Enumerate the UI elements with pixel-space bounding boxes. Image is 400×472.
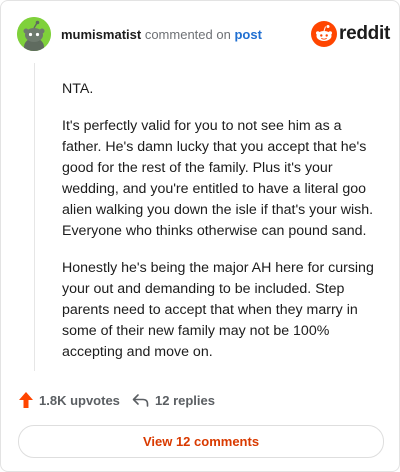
comment-body: NTA. It's perfectly valid for you to not… [62,79,380,379]
upvote-arrow-icon [19,392,33,408]
replies-button[interactable]: 12 replies [132,389,215,411]
reddit-logo[interactable]: reddit [311,21,390,47]
username-link[interactable]: mumismatist [61,27,141,42]
reply-arrow-icon [132,394,149,407]
comment-footer: 1.8K upvotes 12 replies [19,389,381,411]
comment-paragraph: It's perfectly valid for you to not see … [62,118,374,239]
byline: mumismatist commented on post [61,27,262,42]
reply-count: 12 replies [155,392,215,408]
comment-paragraph: Honestly he's being the major AH here fo… [62,260,374,360]
comment-card: mumismatist commented on post reddit NTA… [0,0,400,472]
brand-wordmark: reddit [339,23,390,44]
byline-action: commented on [144,27,231,42]
comment-header: mumismatist commented on post reddit [17,17,390,51]
reddit-logo-icon [311,21,337,47]
thread-line [34,63,35,371]
comment-paragraph: NTA. [62,81,94,97]
snoo-avatar-icon[interactable] [17,17,51,51]
post-link[interactable]: post [234,27,261,42]
view-comments-button[interactable]: View 12 comments [18,425,384,458]
upvote-count: 1.8K upvotes [39,392,120,408]
upvote-button[interactable]: 1.8K upvotes [19,389,120,411]
